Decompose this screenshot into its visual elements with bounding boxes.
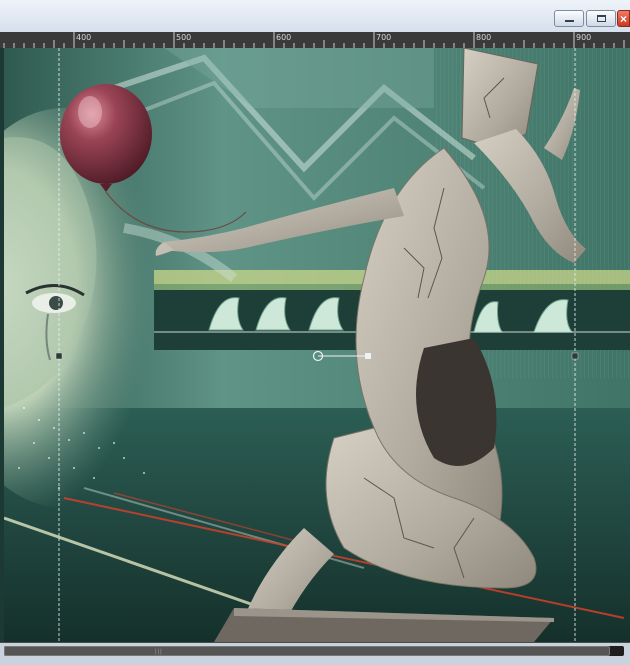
scroll-thumb[interactable]: |||: [4, 646, 610, 656]
horizontal-ruler: 400 500 600 700 800 900: [0, 32, 630, 49]
minimize-button[interactable]: [554, 10, 584, 27]
artwork: [4, 48, 630, 642]
guide-handle[interactable]: [55, 352, 63, 360]
close-icon: ×: [619, 11, 627, 26]
maximize-button[interactable]: [586, 10, 616, 27]
maximize-icon: [596, 15, 606, 22]
scroll-grip-icon: |||: [155, 649, 163, 655]
ruler-label: 500: [176, 33, 192, 42]
ruler-ticks: [3, 32, 625, 48]
image-canvas[interactable]: [4, 48, 630, 642]
minimize-icon: [564, 20, 574, 22]
eye-iris: [49, 296, 63, 310]
ruler-label: 700: [376, 33, 392, 42]
balloon-highlight: [78, 96, 102, 128]
window-titlebar: ×: [0, 0, 630, 33]
guide-handle[interactable]: [571, 352, 579, 360]
balloon: [60, 84, 152, 184]
ruler-label: 600: [276, 33, 292, 42]
ruler-label: 400: [76, 33, 92, 42]
close-button[interactable]: ×: [617, 10, 630, 27]
ruler-label: 900: [576, 33, 592, 42]
scroll-track[interactable]: |||: [4, 646, 624, 656]
ruler-label: 800: [476, 33, 492, 42]
horizontal-scrollbar[interactable]: |||: [0, 642, 630, 665]
rotate-handle[interactable]: [365, 353, 371, 359]
